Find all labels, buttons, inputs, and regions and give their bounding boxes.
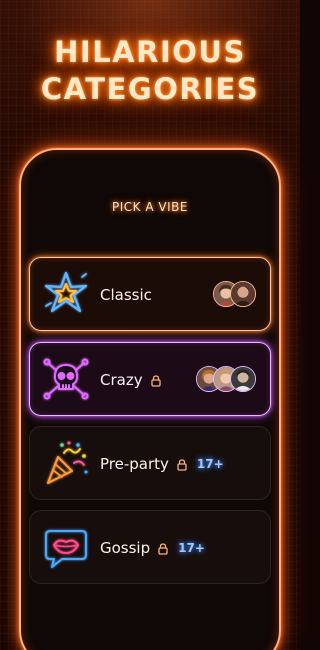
star-icon: [42, 270, 90, 318]
avatar: [230, 366, 256, 392]
avatar-group: [213, 281, 256, 309]
category-label-crazy: Crazy: [100, 343, 161, 417]
avatar-group: [196, 366, 256, 394]
page-title-line-1: HILARIOUS: [54, 35, 246, 69]
category-name: Pre-party: [100, 455, 169, 473]
avatar: [230, 281, 256, 307]
lips-speech-bubble-icon: [42, 523, 90, 571]
lock-icon: [150, 375, 161, 387]
skull-crossbones-icon: [42, 355, 90, 403]
category-card-gossip[interactable]: Gossip 17+: [29, 510, 271, 584]
party-popper-icon: [42, 439, 90, 487]
age-rating-badge: 17+: [178, 541, 205, 555]
page-title: HILARIOUS CATEGORIES: [0, 34, 300, 108]
category-label-classic: Classic: [100, 258, 152, 332]
lock-icon: [158, 543, 168, 555]
category-label-gossip: Gossip 17+: [100, 511, 205, 585]
category-card-pre-party[interactable]: Pre-party 17+: [29, 426, 271, 500]
lock-icon: [177, 459, 187, 471]
category-name: Classic: [100, 286, 152, 304]
category-name: Crazy: [100, 371, 143, 389]
pick-a-vibe-heading: PICK A VIBE: [112, 200, 188, 214]
age-rating-badge: 17+: [196, 457, 224, 471]
category-card-crazy[interactable]: Crazy: [29, 342, 271, 416]
category-card-classic[interactable]: Classic: [29, 257, 271, 331]
page-title-line-2: CATEGORIES: [40, 72, 260, 106]
category-label-pre-party: Pre-party 17+: [100, 427, 224, 501]
category-name: Gossip: [100, 539, 151, 557]
